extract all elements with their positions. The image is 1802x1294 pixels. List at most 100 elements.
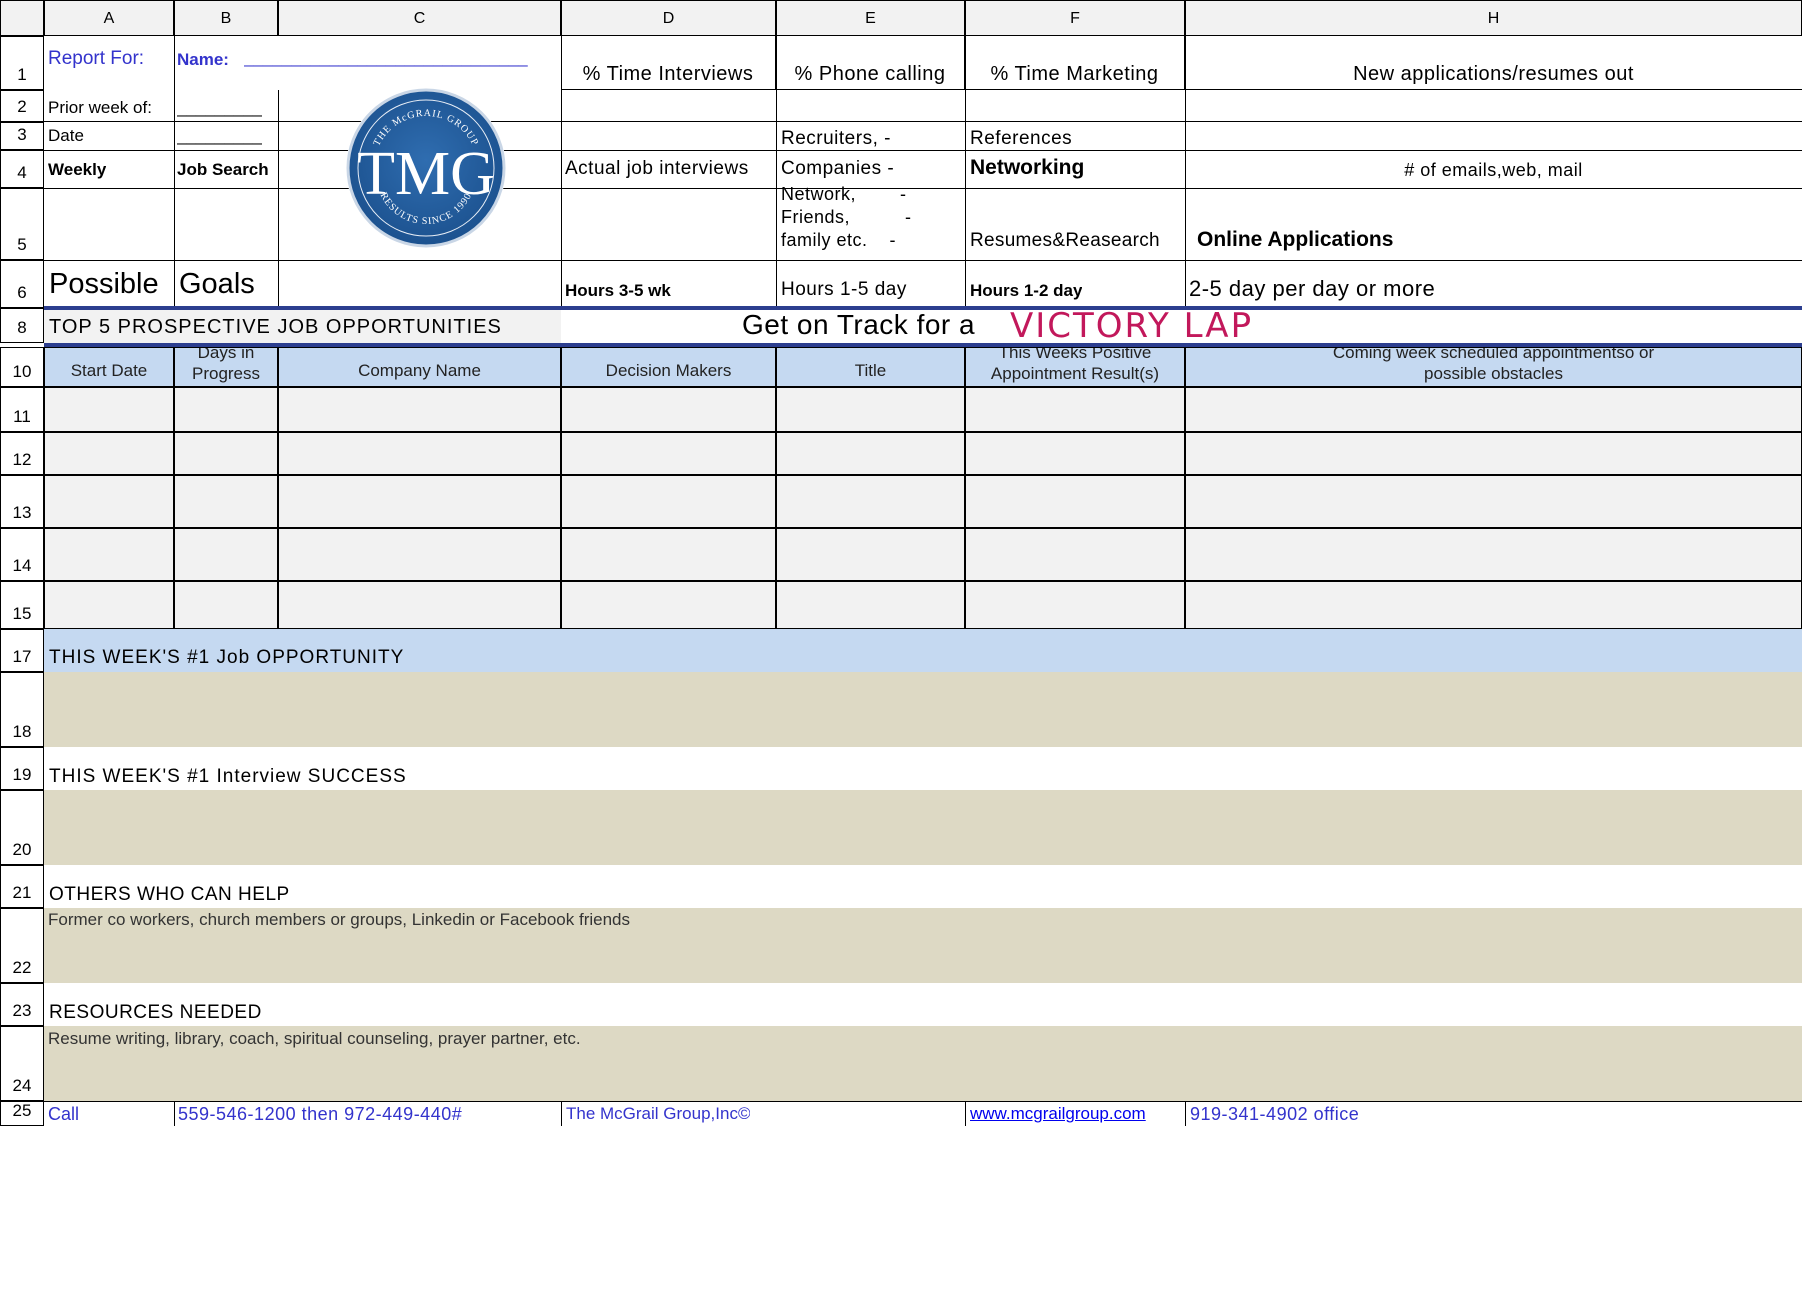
row-number[interactable]: 12 xyxy=(0,432,44,475)
column-header-a[interactable]: A xyxy=(44,0,174,36)
row-number[interactable]: 4 xyxy=(0,150,44,188)
row-number[interactable]: 24 xyxy=(0,1026,44,1101)
grid-cell[interactable] xyxy=(965,432,1185,475)
days-in-progress-header: Days in Progress xyxy=(174,347,278,387)
grid-cell[interactable] xyxy=(561,387,776,432)
grid-cell[interactable] xyxy=(44,387,174,432)
divider xyxy=(174,1101,175,1126)
prior-week-input[interactable]: _________ xyxy=(177,98,262,118)
row-number[interactable]: 21 xyxy=(0,865,44,908)
grid-cell[interactable] xyxy=(1185,432,1802,475)
row-number[interactable]: 1 xyxy=(0,36,44,90)
grid-cell[interactable] xyxy=(561,475,776,528)
possible-label: Possible xyxy=(49,268,159,300)
grid-cell[interactable] xyxy=(278,387,561,432)
weekly-label: Weekly xyxy=(48,160,107,179)
footer-phone: 559-546-1200 then 972-449-440# xyxy=(178,1104,463,1124)
row-number[interactable]: 6 xyxy=(0,260,44,308)
corner-cell xyxy=(0,0,44,36)
grid-cell[interactable] xyxy=(174,387,278,432)
others-help-text: Former co workers, church members or gro… xyxy=(48,910,631,929)
column-header-f[interactable]: F xyxy=(965,0,1185,36)
grid-cell[interactable] xyxy=(1185,528,1802,581)
column-header-c[interactable]: C xyxy=(278,0,561,36)
column-header-h[interactable]: H xyxy=(1185,0,1802,36)
footer-website-link[interactable]: www.mcgrailgroup.com xyxy=(970,1104,1146,1124)
name-input-line[interactable]: ______________________________ xyxy=(244,48,528,68)
grid-cell[interactable] xyxy=(278,432,561,475)
grid-cell[interactable] xyxy=(44,475,174,528)
victory-lap-logo: VICTORY LAP xyxy=(1010,306,1254,346)
footer-office: 919-341-4902 office xyxy=(1190,1104,1360,1124)
divider xyxy=(561,1101,562,1126)
row-number[interactable]: 19 xyxy=(0,747,44,790)
name-label: Name: xyxy=(177,50,229,69)
row-number[interactable]: 2 xyxy=(0,90,44,122)
friends-label: Friends, - xyxy=(781,207,912,227)
row-number[interactable]: 5 xyxy=(0,188,44,260)
column-header-d[interactable]: D xyxy=(561,0,776,36)
grid-cell[interactable] xyxy=(965,387,1185,432)
date-input[interactable]: _________ xyxy=(177,126,262,146)
divider xyxy=(278,90,279,308)
grid-cell[interactable] xyxy=(776,475,965,528)
track-text: Get on Track for a xyxy=(742,309,976,340)
grid-cell[interactable] xyxy=(1185,387,1802,432)
grid-cell[interactable] xyxy=(44,528,174,581)
grid-cell[interactable] xyxy=(44,581,174,629)
grid-cell[interactable] xyxy=(561,528,776,581)
grid-cell[interactable] xyxy=(174,475,278,528)
grid-cell[interactable] xyxy=(174,528,278,581)
divider xyxy=(561,36,562,308)
row-number[interactable]: 14 xyxy=(0,528,44,581)
row-number[interactable]: 15 xyxy=(0,581,44,629)
row-number[interactable]: 13 xyxy=(0,475,44,528)
hours-calling: Hours 1-5 day xyxy=(781,279,907,300)
grid-cell[interactable] xyxy=(776,528,965,581)
grid-cell[interactable] xyxy=(776,432,965,475)
grid-cell[interactable] xyxy=(174,432,278,475)
row-number[interactable]: 20 xyxy=(0,790,44,865)
row-number[interactable]: 18 xyxy=(0,672,44,747)
grid-cell[interactable] xyxy=(776,581,965,629)
grid-cell[interactable] xyxy=(1185,581,1802,629)
start-date-header: Start Date xyxy=(44,347,174,387)
grid-cell[interactable] xyxy=(278,475,561,528)
row-number[interactable]: 3 xyxy=(0,122,44,150)
grid-cell[interactable] xyxy=(174,581,278,629)
row-number[interactable]: 17 xyxy=(0,629,44,672)
interview-success-field[interactable] xyxy=(44,790,1802,865)
grid-cell[interactable] xyxy=(965,581,1185,629)
divider xyxy=(1185,1101,1186,1126)
row5-line xyxy=(44,260,1802,261)
footer-border xyxy=(0,1101,1802,1102)
row-number[interactable]: 10 xyxy=(0,347,44,387)
column-header-b[interactable]: B xyxy=(174,0,278,36)
grid-cell[interactable] xyxy=(278,581,561,629)
grid-cell[interactable] xyxy=(965,475,1185,528)
row-number[interactable]: 22 xyxy=(0,908,44,983)
company-name-header: Company Name xyxy=(278,347,561,387)
row-number[interactable]: 25 xyxy=(0,1101,44,1126)
top5-title: TOP 5 PROSPECTIVE JOB OPPORTUNITIES xyxy=(49,316,502,338)
grid-cell[interactable] xyxy=(278,528,561,581)
pct-time-marketing: % Time Marketing xyxy=(965,36,1185,90)
row-number[interactable]: 8 xyxy=(0,308,44,343)
companies-label: Companies - xyxy=(781,158,895,179)
grid-cell[interactable] xyxy=(776,387,965,432)
networking-label: Networking xyxy=(970,156,1085,179)
grid-cell[interactable] xyxy=(561,581,776,629)
row-number[interactable]: 11 xyxy=(0,387,44,432)
grid-cell[interactable] xyxy=(44,432,174,475)
grid-cell[interactable] xyxy=(965,528,1185,581)
job-opportunity-field[interactable] xyxy=(44,672,1802,747)
divider xyxy=(776,36,777,308)
column-header-e[interactable]: E xyxy=(776,0,965,36)
job-search-label: Job Search xyxy=(177,160,269,179)
applications-goal: 2-5 day per day or more xyxy=(1189,276,1436,301)
grid-cell[interactable] xyxy=(561,432,776,475)
prior-week-label: Prior week of: xyxy=(48,98,152,117)
grid-cell[interactable] xyxy=(1185,475,1802,528)
row-number[interactable]: 23 xyxy=(0,983,44,1026)
online-applications-label: Online Applications xyxy=(1197,228,1394,251)
